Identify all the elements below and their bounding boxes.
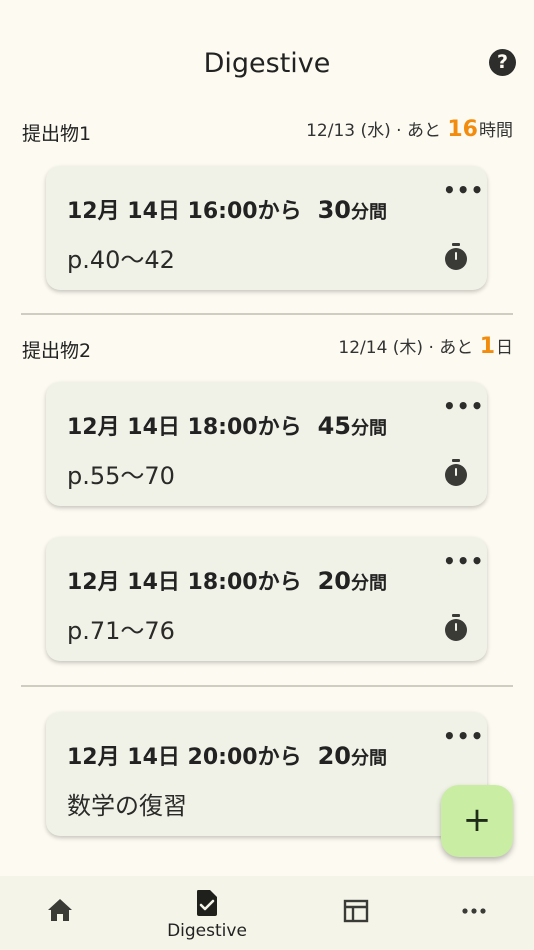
task-start: 12月 14日 18:00から [67,570,302,595]
table-icon [343,899,369,923]
section-divider [21,313,513,315]
card-more-button[interactable]: ••• [443,726,483,750]
task-card[interactable]: 12月 14日 18:00から 20分間 p.71～76 ••• [46,537,487,661]
more-horizontal-icon [462,908,486,914]
task-pages: p.55～70 [67,462,175,490]
nav-digestive[interactable]: Digestive [157,876,257,950]
section-divider [21,685,513,687]
task-start: 12月 14日 16:00から [67,199,302,224]
due-remaining-number: 1 [479,334,495,359]
page-title: Digestive [203,48,331,79]
task-duration-unit: 分間 [350,573,387,594]
task-duration-unit: 分間 [350,418,387,439]
section-due: 12/13 (水) · あと 16時間 [306,116,513,142]
task-card[interactable]: 12月 14日 18:00から 45分間 p.55～70 ••• [46,382,487,506]
bottom-navigation: Digestive [0,876,534,950]
timer-button[interactable] [443,613,469,643]
nav-label: Digestive [167,921,247,941]
task-schedule: 12月 14日 20:00から 20分間 [67,739,387,771]
section-header-2: 提出物2 12/14 (木) · あと 1日 [22,333,513,363]
task-duration-unit: 分間 [350,202,387,223]
section-name: 提出物1 [22,123,92,145]
section-name: 提出物2 [22,340,92,362]
assignment-check-icon [197,890,217,916]
due-date: 12/14 (木) · あと [338,338,474,358]
task-duration: 20 [317,742,351,770]
stopwatch-icon [445,614,467,641]
card-more-button[interactable]: ••• [443,551,483,575]
task-schedule: 12月 14日 16:00から 30分間 [67,193,387,225]
task-pages: p.71～76 [67,617,175,645]
task-title: 数学の復習 [67,792,187,820]
task-card[interactable]: 12月 14日 20:00から 20分間 数学の復習 ••• [46,712,487,836]
nav-more[interactable] [424,876,524,950]
add-task-button[interactable]: + [441,785,513,857]
section-due: 12/14 (木) · あと 1日 [338,333,513,359]
stopwatch-icon [445,459,467,486]
timer-button[interactable] [443,458,469,488]
due-date: 12/13 (水) · あと [306,121,441,141]
question-circle-icon: ? [496,51,509,73]
task-start: 12月 14日 18:00から [67,415,302,440]
task-duration: 20 [317,567,351,595]
section-header-1: 提出物1 12/13 (水) · あと 16時間 [22,116,513,146]
due-remaining-unit: 日 [496,338,513,358]
stopwatch-icon [445,243,467,270]
due-remaining-number: 16 [447,117,478,142]
task-card[interactable]: 12月 14日 16:00から 30分間 p.40～42 ••• [46,166,487,290]
due-remaining-unit: 時間 [479,121,513,141]
card-more-button[interactable]: ••• [443,396,483,420]
task-duration: 30 [317,196,351,224]
card-more-button[interactable]: ••• [443,180,483,204]
app-header: Digestive ? [0,40,534,92]
nav-home[interactable] [10,876,110,950]
task-duration-unit: 分間 [350,748,387,769]
nav-table[interactable] [306,876,406,950]
plus-icon: + [462,800,492,840]
home-icon [48,899,72,921]
task-duration: 45 [317,412,351,440]
timer-button[interactable] [443,242,469,272]
task-schedule: 12月 14日 18:00から 20分間 [67,564,387,596]
task-pages: p.40～42 [67,246,175,274]
task-schedule: 12月 14日 18:00から 45分間 [67,409,387,441]
task-start: 12月 14日 20:00から [67,745,302,770]
help-button[interactable]: ? [489,49,516,76]
